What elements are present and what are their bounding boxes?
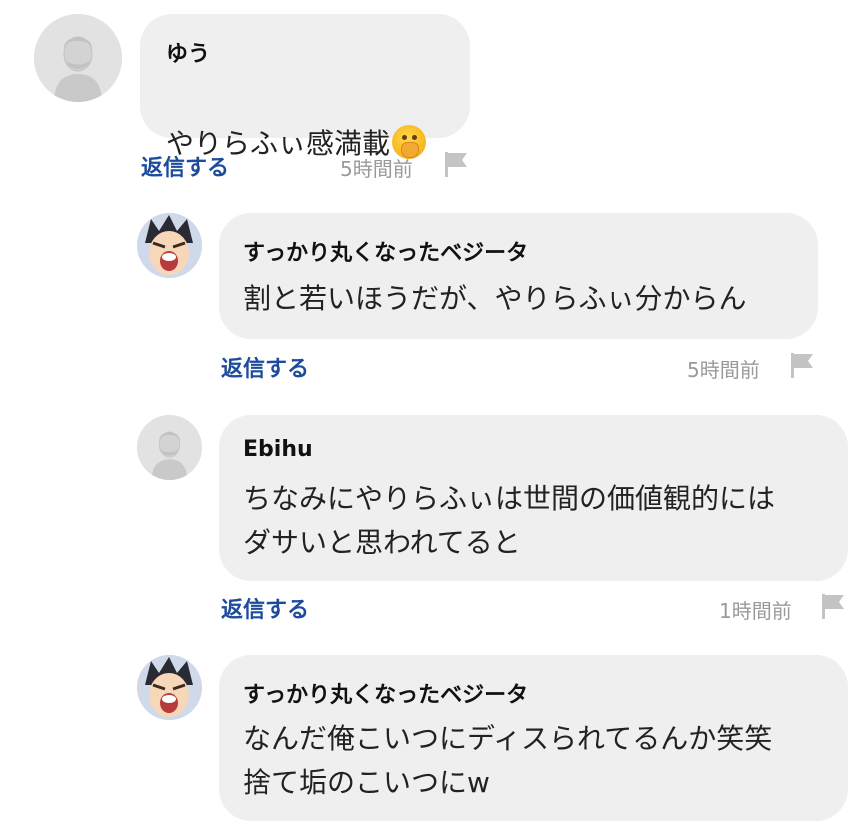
reply-button[interactable]: 返信する bbox=[141, 150, 229, 182]
flag-icon[interactable] bbox=[789, 351, 815, 383]
comment-bubble: ゆう やりらふぃ感満載 bbox=[140, 14, 470, 160]
vegeta-avatar-icon[interactable] bbox=[137, 655, 202, 720]
comment-text: ちなみにやりらふぃは世間の価値観的には ダサいと思われてると bbox=[243, 482, 776, 559]
comment-timestamp: 1時間前 bbox=[719, 599, 792, 623]
comment-timestamp: 5時間前 bbox=[687, 358, 760, 382]
comment-author: Ebihu bbox=[243, 437, 313, 462]
comment-timestamp: 5時間前 bbox=[340, 157, 413, 181]
comment-text: なんだ俺こいつにディスられてるんか笑笑 捨て垢のこいつにw bbox=[243, 722, 773, 799]
default-avatar-icon[interactable] bbox=[137, 415, 202, 480]
comment-author: すっかり丸くなったベジータ bbox=[243, 683, 529, 708]
comment-text: 割と若いほうだが、やりらふぃ分からん bbox=[243, 282, 747, 315]
reply-button[interactable]: 返信する bbox=[221, 592, 309, 624]
reply-button[interactable]: 返信する bbox=[221, 351, 309, 383]
flag-icon[interactable] bbox=[443, 150, 469, 182]
comment-author: ゆう bbox=[166, 42, 211, 67]
default-avatar-icon[interactable] bbox=[34, 14, 122, 102]
comment-bubble: Ebihu ちなみにやりらふぃは世間の価値観的には ダサいと思われてると bbox=[219, 415, 848, 581]
comment-bubble: すっかり丸くなったベジータ なんだ俺こいつにディスられてるんか笑笑 捨て垢のこい… bbox=[219, 655, 848, 821]
comment-bubble: すっかり丸くなったベジータ 割と若いほうだが、やりらふぃ分からん bbox=[219, 213, 818, 339]
flag-icon[interactable] bbox=[820, 592, 846, 624]
comment-author: すっかり丸くなったベジータ bbox=[243, 241, 529, 266]
vegeta-avatar-icon[interactable] bbox=[137, 213, 202, 278]
